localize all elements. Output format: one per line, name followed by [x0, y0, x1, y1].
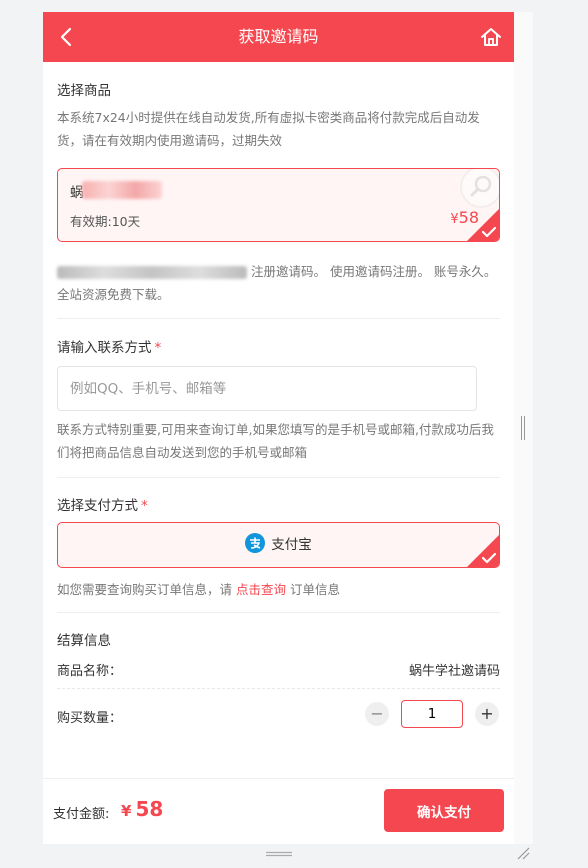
quantity-label: 购买数量： — [57, 711, 123, 726]
splitter-handle-icon[interactable] — [520, 416, 526, 440]
alipay-label: 支付宝 — [271, 537, 312, 553]
blurred-url — [57, 266, 247, 279]
alipay-icon — [245, 533, 266, 553]
product-note: 注册邀请码。 使用邀请码注册。 账号永久。全站资源免费下载。 — [57, 260, 500, 306]
required-mark: * — [141, 498, 148, 514]
required-mark: * — [154, 340, 162, 356]
contact-title-text: 请输入联系方式 — [57, 340, 152, 356]
home-icon[interactable] — [480, 26, 502, 48]
contact-section-title: 请输入联系方式 * — [57, 336, 161, 356]
selected-corner — [467, 535, 499, 567]
order-query-hint: 如您需要查询购买订单信息，请 点击查询 订单信息 — [57, 578, 500, 601]
divider — [57, 318, 500, 319]
total-value: 58 — [135, 797, 164, 821]
checkmark-icon — [481, 552, 497, 564]
query-prefix: 如您需要查询购买订单信息，请 — [57, 582, 233, 597]
product-section-title: 选择商品 — [57, 83, 111, 99]
quantity-plus-button[interactable]: + — [475, 702, 499, 726]
currency-symbol: ¥ — [121, 802, 132, 820]
alipay-option-content: 支付宝 — [58, 523, 499, 567]
checkout-bar: 支付金额: ¥58 确认支付 — [43, 778, 514, 844]
alipay-option[interactable]: 支付宝 — [57, 522, 500, 568]
query-suffix: 订单信息 — [290, 582, 341, 597]
payment-section-title: 选择支付方式 * — [57, 494, 148, 514]
contact-input[interactable] — [57, 366, 477, 411]
selected-corner — [467, 209, 499, 241]
app-frame: 获取邀请码 选择商品 本系统7x24小时提供在线自动发货,所有虚拟卡密类商品将付… — [43, 12, 514, 844]
checkmark-icon — [481, 226, 497, 238]
payment-title-text: 选择支付方式 — [57, 498, 138, 514]
dashed-divider — [57, 688, 500, 689]
total-amount: ¥58 — [121, 797, 163, 821]
search-watermark-icon — [460, 169, 499, 208]
currency-symbol: ¥ — [450, 212, 459, 227]
product-name-blurred — [82, 181, 162, 199]
quantity-input[interactable] — [401, 700, 463, 728]
quantity-minus-button[interactable]: − — [365, 702, 389, 726]
divider — [57, 612, 500, 613]
settlement-section-title: 结算信息 — [57, 633, 111, 649]
confirm-payment-button[interactable]: 确认支付 — [384, 789, 504, 832]
query-order-link[interactable]: 点击查询 — [236, 582, 286, 597]
top-bar: 获取邀请码 — [43, 12, 514, 62]
total-label: 支付金额: — [53, 807, 110, 822]
product-name-label: 商品名称： — [57, 664, 123, 679]
product-description: 本系统7x24小时提供在线自动发货,所有虚拟卡密类商品将付款完成后自动发货，请在… — [57, 110, 480, 148]
product-option-card[interactable]: 蜗 有效期:10天 ¥58 — [57, 168, 500, 242]
divider — [57, 477, 500, 478]
product-name-value: 蜗牛学社邀请码 — [408, 664, 500, 679]
contact-hint: 联系方式特别重要,可用来查询订单,如果您填写的是手机号或邮箱,付款成功后我们将把… — [57, 422, 494, 460]
drag-handle-icon[interactable] — [266, 851, 292, 857]
page-title: 获取邀请码 — [238, 27, 319, 46]
resize-grip-icon[interactable] — [516, 846, 530, 860]
product-validity: 有效期:10天 — [70, 214, 141, 229]
